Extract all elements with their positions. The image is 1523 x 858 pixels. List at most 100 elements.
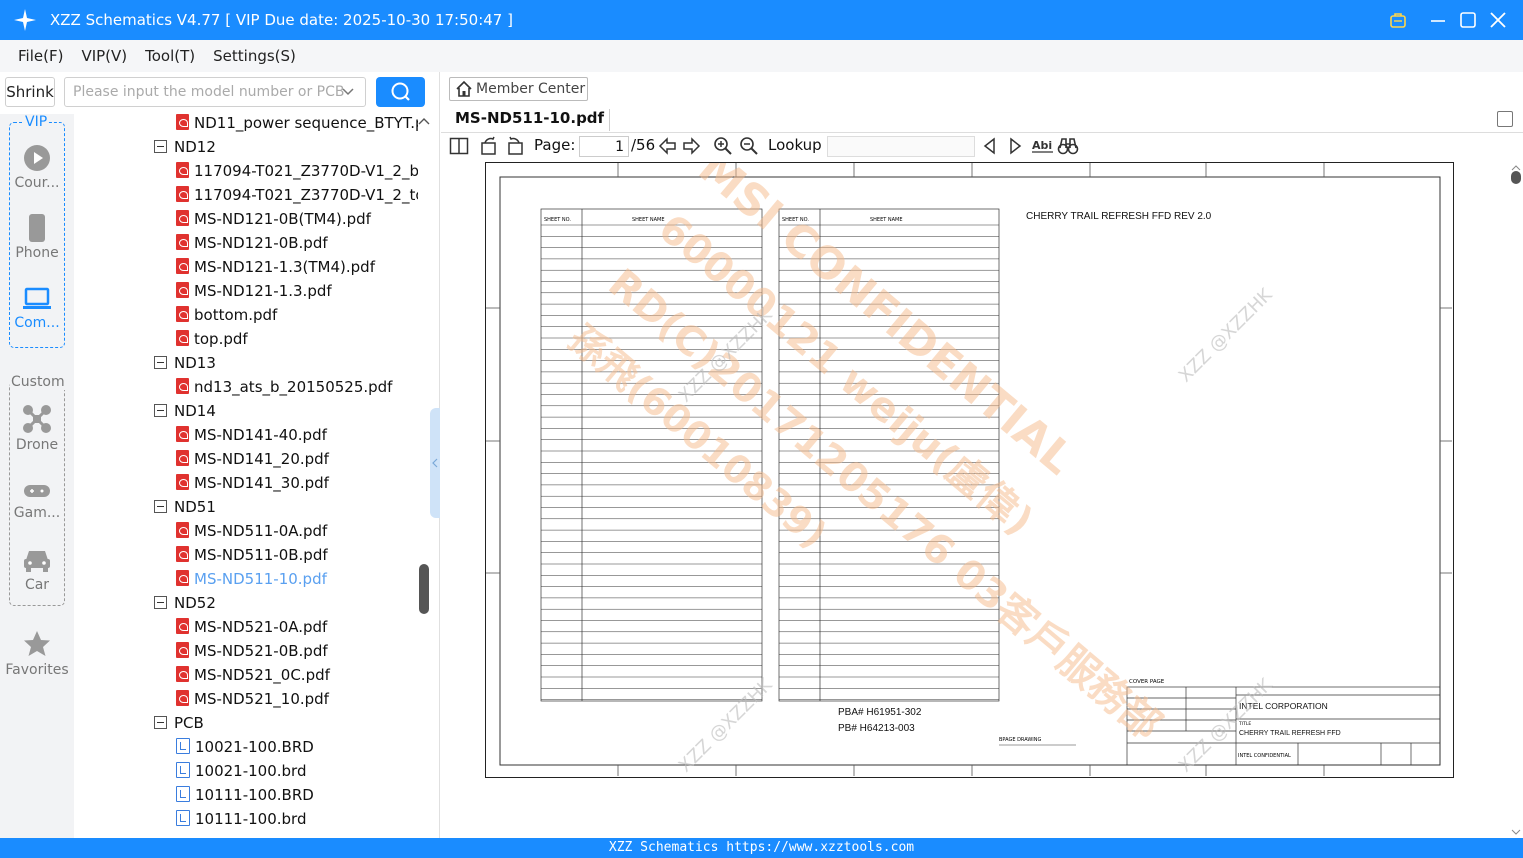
tree-file[interactable]: MS-ND521-0A.pdf (176, 615, 327, 639)
tree-file[interactable]: MS-ND141-40.pdf (176, 423, 327, 447)
lookup-input[interactable] (827, 136, 975, 157)
scroll-thumb[interactable] (1511, 171, 1521, 184)
maximize-icon[interactable] (1459, 11, 1477, 29)
collapse-icon[interactable] (154, 596, 167, 609)
next-page-icon[interactable] (682, 136, 702, 156)
tree-file[interactable]: 10021-100.BRD (176, 735, 314, 759)
page-number-input[interactable]: 1 (579, 136, 629, 157)
pdf-icon (176, 690, 189, 706)
collapse-icon[interactable] (154, 716, 167, 729)
tree-file[interactable]: 10111-100.BRD (176, 783, 314, 807)
sidebar-toggle-icon[interactable] (449, 136, 469, 156)
rotate-right-icon[interactable] (505, 136, 525, 156)
chevron-down-icon[interactable] (341, 82, 355, 102)
category-courses[interactable]: Cour... (0, 144, 74, 191)
collapse-icon[interactable] (154, 404, 167, 417)
search-input[interactable]: Please input the model number or PCB (64, 77, 366, 107)
search-placeholder: Please input the model number or PCB (73, 84, 345, 100)
tree-file[interactable]: 117094-T021_Z3770D-V1_2_bot (176, 159, 418, 183)
category-label: Com... (14, 315, 60, 331)
find-prev-icon[interactable] (980, 136, 1000, 156)
tree-file[interactable]: MS-ND121-0B(TM4).pdf (176, 207, 371, 231)
shrink-button[interactable]: Shrink (5, 77, 55, 107)
scroll-down-icon[interactable] (1509, 828, 1523, 838)
member-center-button[interactable]: Member Center (449, 77, 588, 101)
menu-tool[interactable]: Tool(T) (145, 47, 195, 65)
close-all-tabs-icon[interactable] (1497, 111, 1513, 127)
sheet-name-header: SHEET NAME (870, 217, 903, 223)
file-tree: ND11_power sequence_BTYT.pc ND12 117094-… (74, 114, 418, 838)
find-next-icon[interactable] (1005, 136, 1025, 156)
category-label: Drone (15, 437, 59, 453)
prev-page-icon[interactable] (657, 136, 677, 156)
menu-settings[interactable]: Settings(S) (213, 47, 296, 65)
category-car[interactable]: Car (0, 546, 74, 593)
menu-file[interactable]: File(F) (18, 47, 63, 65)
close-icon[interactable] (1489, 11, 1507, 29)
zoom-in-icon[interactable] (713, 136, 733, 156)
tree-file-selected[interactable]: MS-ND511-10.pdf (176, 567, 327, 591)
category-drone[interactable]: Drone (0, 404, 74, 453)
board-file-icon (176, 786, 190, 802)
tree-file[interactable]: MS-ND121-1.3.pdf (176, 279, 332, 303)
tree-folder[interactable]: ND52 (154, 591, 216, 615)
rotate-left-icon[interactable] (479, 136, 499, 156)
pdf-icon (176, 546, 189, 562)
collapse-icon[interactable] (154, 356, 167, 369)
category-phone[interactable]: Phone (0, 214, 74, 261)
tree-file[interactable]: 10021-100.brd (176, 759, 306, 783)
minimize-icon[interactable] (1429, 11, 1447, 29)
collapse-icon[interactable] (154, 140, 167, 153)
skin-icon[interactable] (1389, 11, 1407, 29)
collapse-icon[interactable] (154, 500, 167, 513)
tree-file[interactable]: MS-ND511-0B.pdf (176, 543, 328, 567)
phone-icon (29, 214, 45, 242)
tree-file[interactable]: MS-ND521_0C.pdf (176, 663, 330, 687)
tree-file[interactable]: MS-ND141_20.pdf (176, 447, 329, 471)
zoom-out-icon[interactable] (739, 136, 759, 156)
scroll-up-icon[interactable] (418, 116, 430, 126)
binoculars-icon[interactable] (1057, 136, 1079, 156)
menu-vip[interactable]: VIP(V) (81, 47, 127, 65)
board-file-icon (176, 738, 190, 754)
category-favorites[interactable]: Favorites (0, 629, 74, 678)
pdf-icon (176, 234, 189, 250)
tree-file[interactable]: MS-ND121-0B.pdf (176, 231, 328, 255)
pdf-icon (176, 570, 189, 586)
tree-file[interactable]: MS-ND521-0B.pdf (176, 639, 328, 663)
tree-folder[interactable]: ND14 (154, 399, 216, 423)
doc-heading: CHERRY TRAIL REFRESH FFD REV 2.0 (1026, 211, 1212, 222)
match-case-icon[interactable]: Abi (1031, 136, 1055, 156)
custom-group-label: Custom (10, 374, 66, 390)
tree-file[interactable]: ND11_power sequence_BTYT.pc (176, 114, 418, 135)
tree-file[interactable]: bottom.pdf (176, 303, 277, 327)
tree-file[interactable]: nd13_ats_b_20150525.pdf (176, 375, 392, 399)
tree-folder[interactable]: ND13 (154, 351, 216, 375)
tree-file[interactable]: 117094-T021_Z3770D-V1_2_top (176, 183, 418, 207)
tree-scrollbar[interactable] (419, 564, 429, 614)
gamepad-icon (24, 485, 50, 497)
search-button[interactable] (376, 77, 425, 107)
category-games[interactable]: Gam... (0, 480, 74, 521)
menu-bar: File(F) VIP(V) Tool(T) Settings(S) (0, 40, 1523, 72)
panel-collapse-handle[interactable] (430, 408, 440, 518)
tree-folder[interactable]: ND12 (154, 135, 216, 159)
tree-file[interactable]: MS-ND511-0A.pdf (176, 519, 327, 543)
viewer-scrollbar[interactable] (1509, 162, 1523, 838)
tree-folder[interactable]: PCB (154, 711, 204, 735)
tree-file[interactable]: MS-ND521_10.pdf (176, 687, 329, 711)
schematic-page: SHEET NO. SHEET NAME SHEET NO. SHEET NAM… (485, 162, 1454, 778)
chevron-left-icon (432, 458, 438, 468)
tree-folder[interactable]: ND51 (154, 495, 216, 519)
tab-document[interactable]: MS-ND511-10.pdf (455, 109, 604, 127)
schematic-drawing: SHEET NO. SHEET NAME SHEET NO. SHEET NAM… (486, 163, 1452, 776)
pdf-icon (176, 522, 189, 538)
tree-file[interactable]: 10111-100.brd (176, 807, 306, 831)
tree-file[interactable]: MS-ND121-1.3(TM4).pdf (176, 255, 375, 279)
pdf-viewer[interactable]: SHEET NO. SHEET NAME SHEET NO. SHEET NAM… (441, 162, 1509, 838)
laptop-icon (23, 287, 51, 309)
tree-file[interactable]: top.pdf (176, 327, 248, 351)
category-computer[interactable]: Com... (0, 286, 74, 331)
pdf-icon (176, 114, 189, 130)
tree-file[interactable]: MS-ND141_30.pdf (176, 471, 329, 495)
